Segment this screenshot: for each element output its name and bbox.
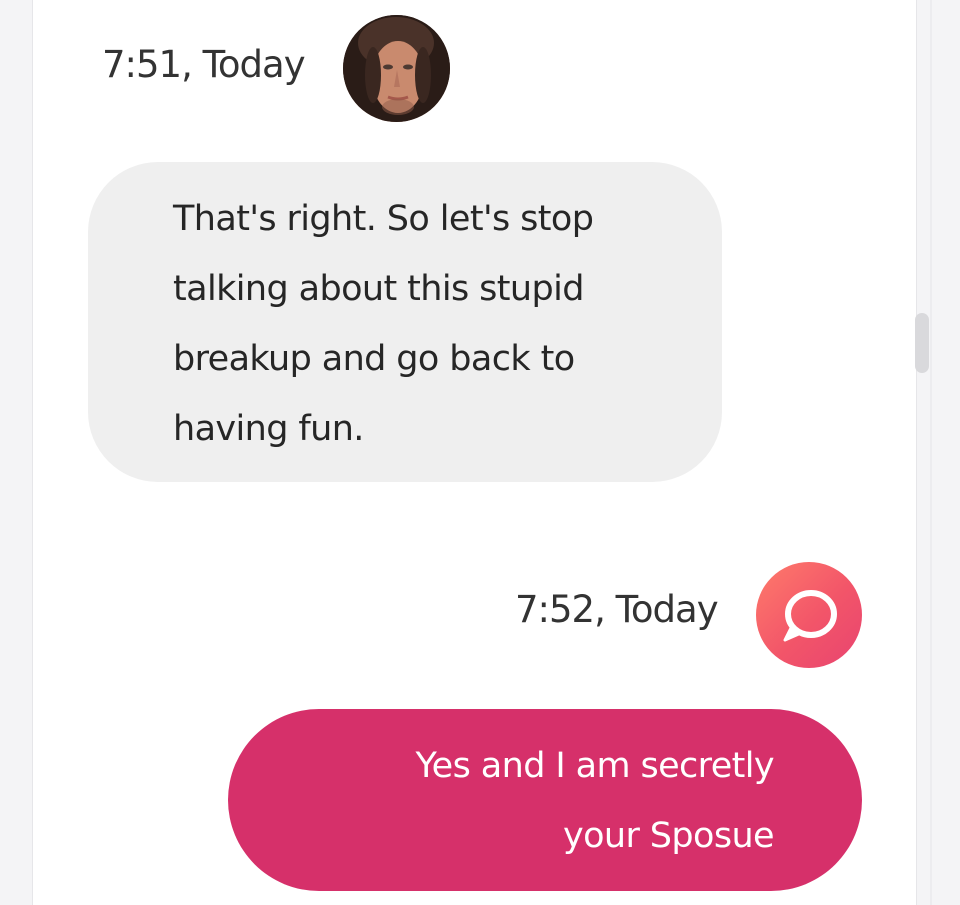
message-line: Yes and I am secretly bbox=[415, 746, 775, 786]
message-bubble-incoming[interactable]: That's right. So let's stop talking abou… bbox=[88, 162, 722, 482]
message-line: talking about this stupid bbox=[173, 269, 584, 309]
message-bubble-outgoing[interactable]: Yes and I am secretly your Sposue bbox=[228, 709, 862, 891]
profile-photo-avatar bbox=[343, 15, 450, 122]
scrollbar-thumb[interactable] bbox=[915, 313, 929, 373]
right-gutter bbox=[930, 0, 932, 905]
message-line: That's right. So let's stop bbox=[173, 199, 594, 239]
message-line: having fun. bbox=[173, 409, 364, 449]
message-timestamp-incoming: 7:51, Today bbox=[102, 43, 306, 86]
contact-avatar[interactable] bbox=[343, 15, 450, 122]
message-line: your Sposue bbox=[562, 816, 775, 856]
user-avatar[interactable] bbox=[756, 562, 862, 668]
message-timestamp-outgoing: 7:52, Today bbox=[515, 588, 719, 631]
message-line: breakup and go back to bbox=[173, 339, 575, 379]
chat-bubble-icon bbox=[783, 590, 837, 642]
